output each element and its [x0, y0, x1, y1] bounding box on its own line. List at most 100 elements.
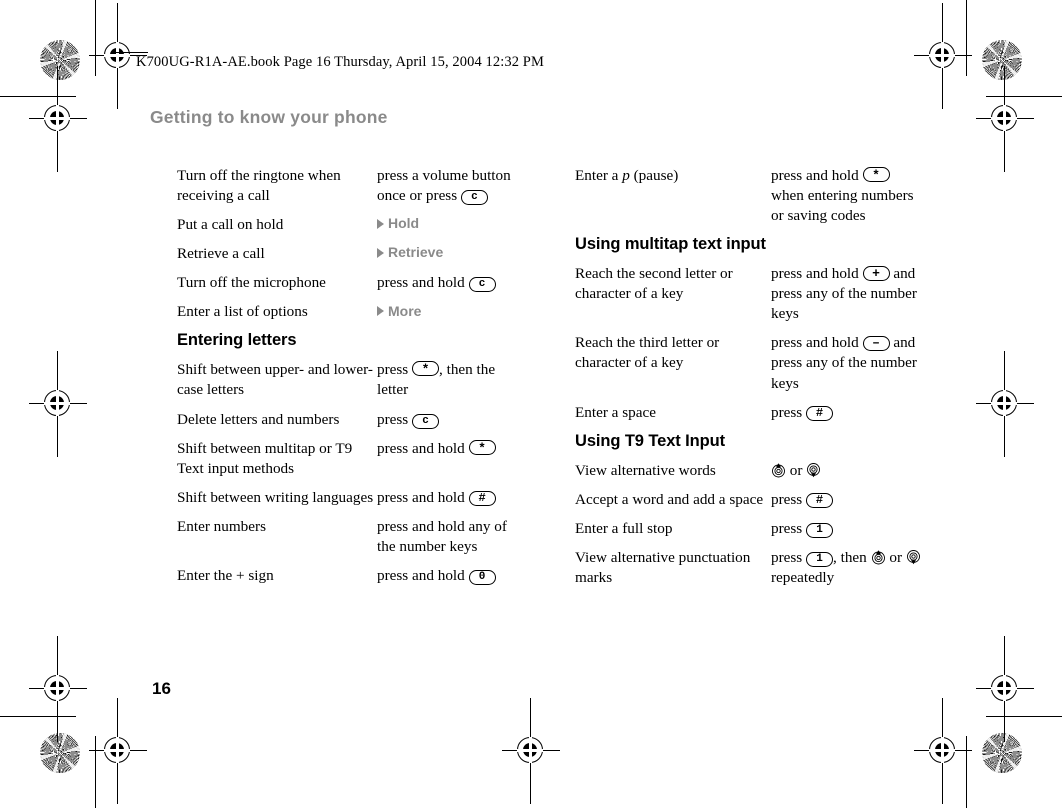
registration-mark-upper-right — [976, 66, 1034, 172]
row-term: Turn off the ringtone when receiving a c… — [177, 167, 341, 205]
row-action: press # — [771, 403, 925, 423]
row-term: View alternative words — [575, 461, 716, 479]
row-term-emphasis: p — [622, 167, 630, 184]
menu-path-label: Retrieve — [388, 244, 444, 261]
color-rosette-bottom-left — [40, 733, 80, 773]
row-term: View alternative punctuation marks — [575, 548, 751, 586]
key-star-icon: * — [862, 167, 890, 183]
action-text: press — [771, 548, 807, 566]
table-row: Put a call on hold Hold — [177, 215, 527, 235]
registration-mark-lower-right — [976, 636, 1034, 742]
row-action: press and hold – and press any of the nu… — [771, 333, 925, 393]
row-action: Hold — [377, 215, 527, 235]
trim-line-bottom-left — [0, 716, 76, 717]
table-row: Shift between upper- and lower-case lett… — [177, 360, 527, 400]
action-text: press and hold — [771, 334, 863, 352]
row-action: press and hold * when entering numbers o… — [771, 166, 925, 226]
row-action: press c — [377, 410, 527, 430]
table-row: Turn off the microphone press and hold c — [177, 273, 527, 293]
registration-mark-middle-right — [976, 351, 1034, 457]
key-star-icon: * — [412, 361, 440, 377]
table-row: Enter a list of options More — [177, 302, 527, 322]
registration-mark-upper-left — [29, 66, 87, 172]
row-action: press and hold any of the number keys — [377, 517, 507, 555]
action-text: press — [377, 410, 413, 428]
action-text: press and hold — [377, 274, 469, 292]
trim-line-right-top — [966, 0, 967, 76]
row-term: Enter the + sign — [177, 566, 274, 584]
row-action: Retrieve — [377, 244, 527, 264]
menu-path-label: Hold — [388, 215, 420, 232]
row-action: More — [377, 302, 527, 322]
nav-down-icon — [906, 549, 921, 565]
row-action: press 1, then or repeatedly — [771, 548, 925, 588]
row-term-post: (pause) — [629, 167, 679, 184]
action-text: press and hold — [771, 265, 863, 283]
row-term: Enter a list of options — [177, 303, 308, 321]
table-row: Accept a word and add a space press # — [575, 490, 925, 510]
table-row: Shift between multitap or T9 Text input … — [177, 439, 527, 479]
trim-line-left-bottom — [95, 736, 96, 808]
action-text-mid: , then — [833, 548, 871, 566]
color-rosette-bottom-right — [982, 733, 1022, 773]
registration-mark-bottom-right — [914, 698, 972, 804]
action-or-text: or — [786, 461, 807, 479]
action-text: press and hold — [377, 566, 469, 584]
page-number: 16 — [152, 679, 171, 698]
key-hash-icon: # — [468, 490, 496, 506]
row-action: press and hold + and press any of the nu… — [771, 264, 925, 324]
key-c-icon: c — [468, 277, 496, 293]
action-text: press — [771, 490, 807, 508]
registration-mark-top-left — [89, 3, 147, 109]
action-text: press — [377, 361, 413, 379]
registration-mark-top-right — [914, 3, 972, 109]
key-hash-icon: # — [806, 405, 834, 421]
trim-line-bottom-right — [986, 716, 1062, 717]
menu-path: Retrieve — [377, 244, 443, 262]
action-text: press a volume button once or press — [377, 167, 511, 205]
file-stamp-rule — [112, 52, 148, 53]
table-row: Retrieve a call Retrieve — [177, 244, 527, 264]
row-term: Retrieve a call — [177, 245, 265, 263]
row-action: press 1 — [771, 519, 925, 539]
table-row: Enter a space press # — [575, 403, 925, 423]
action-text-post: repeatedly — [771, 568, 835, 586]
row-action: press # — [771, 490, 925, 510]
registration-mark-bottom-left — [89, 698, 147, 804]
trim-line-left-top — [95, 0, 96, 76]
table-row: Reach the second letter or character of … — [575, 264, 925, 324]
table-row: Shift between writing languages press an… — [177, 488, 527, 508]
action-text: press — [771, 403, 807, 421]
row-term: Enter a full stop — [575, 519, 673, 537]
trim-line-top-right — [986, 96, 1062, 97]
row-action: press and hold c — [377, 273, 527, 293]
key-plus-icon: + — [862, 266, 890, 282]
action-text: press and hold — [771, 167, 863, 184]
key-zero-icon: 0 — [468, 569, 496, 585]
action-or-text: or — [885, 548, 906, 566]
row-term: Put a call on hold — [177, 216, 284, 234]
key-hash-icon: # — [806, 492, 834, 508]
row-action: press and hold * — [377, 439, 527, 459]
key-star-icon: * — [468, 439, 496, 456]
triangle-right-icon — [377, 306, 384, 317]
table-row: Reach the third letter or character of a… — [575, 333, 925, 393]
action-text: press — [771, 519, 807, 537]
nav-up-icon — [871, 550, 886, 565]
row-term: Reach the third letter or character of a… — [575, 334, 720, 372]
row-term: Shift between upper- and lower-case lett… — [177, 361, 373, 399]
table-row: Enter numbers press and hold any of the … — [177, 517, 527, 557]
table-row: Turn off the ringtone when receiving a c… — [177, 166, 527, 206]
nav-down-icon — [806, 462, 821, 478]
key-one-icon: 1 — [806, 551, 834, 567]
row-action: press and hold 0 — [377, 566, 527, 586]
triangle-right-icon — [377, 248, 384, 259]
row-term: Reach the second letter or character of … — [575, 265, 733, 303]
registration-mark-middle-left — [29, 351, 87, 457]
action-text-post: when entering numbers or saving codes — [771, 187, 914, 225]
menu-path: Hold — [377, 215, 419, 233]
action-text: press and hold — [377, 439, 469, 457]
key-c-icon: c — [412, 413, 440, 429]
row-term: Shift between multitap or T9 Text input … — [177, 439, 353, 477]
key-one-icon: 1 — [806, 522, 834, 538]
